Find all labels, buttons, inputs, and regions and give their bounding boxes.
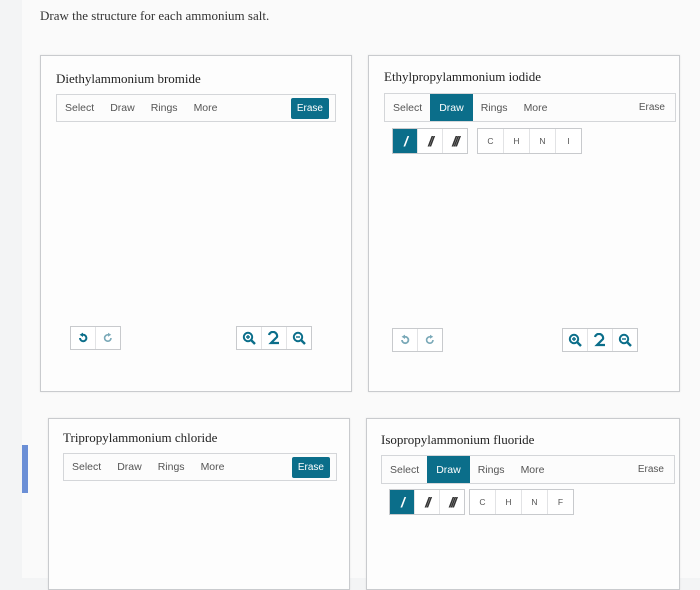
triple-bond-button[interactable]: /// — [443, 129, 467, 153]
erase-button[interactable]: Erase — [639, 102, 665, 113]
zoom-in-icon[interactable] — [237, 327, 262, 349]
reset-zoom-icon[interactable] — [588, 329, 613, 351]
drawing-toolbar: Select Draw Rings More Erase — [384, 93, 676, 122]
zoom-out-icon[interactable] — [613, 329, 637, 351]
instruction-text: Draw the structure for each ammonium sal… — [40, 8, 270, 23]
history-controls — [392, 328, 443, 352]
single-bond-button[interactable]: / — [390, 490, 415, 514]
undo-icon[interactable] — [393, 329, 418, 351]
atom-c-button[interactable]: C — [470, 490, 496, 514]
more-tool[interactable]: More — [516, 102, 556, 114]
select-tool[interactable]: Select — [382, 464, 427, 476]
atom-selector: C H N F — [469, 489, 574, 515]
bond-selector: / // /// — [392, 128, 468, 154]
drawing-panel-3: Tripropylammonium chloride Select Draw R… — [48, 418, 350, 590]
bond-selector: / // /// — [389, 489, 465, 515]
draw-tool[interactable]: Draw — [430, 94, 473, 121]
more-tool[interactable]: More — [513, 464, 553, 476]
draw-tool[interactable]: Draw — [109, 461, 150, 473]
drawing-toolbar: Select Draw Rings More Erase — [381, 455, 675, 484]
zoom-controls — [236, 326, 312, 350]
history-controls — [70, 326, 121, 350]
more-tool[interactable]: More — [186, 102, 226, 114]
atom-selector: C H N I — [477, 128, 582, 154]
redo-icon[interactable] — [96, 327, 120, 349]
left-accent-bar — [22, 445, 28, 493]
zoom-out-icon[interactable] — [287, 327, 311, 349]
reset-zoom-icon[interactable] — [262, 327, 287, 349]
double-bond-button[interactable]: // — [418, 129, 443, 153]
select-tool[interactable]: Select — [64, 461, 109, 473]
single-bond-button[interactable]: / — [393, 129, 418, 153]
select-tool[interactable]: Select — [57, 102, 102, 114]
atom-f-button[interactable]: F — [548, 490, 573, 514]
panel-title: Isopropylammonium fluoride — [381, 432, 535, 447]
erase-button[interactable]: Erase — [290, 97, 329, 119]
draw-tool[interactable]: Draw — [102, 102, 143, 114]
double-bond-button[interactable]: // — [415, 490, 440, 514]
atom-i-button[interactable]: I — [556, 129, 581, 153]
panel-title: Ethylpropylammonium iodide — [384, 69, 542, 84]
drawing-panel-4: Isopropylammonium fluoride Select Draw R… — [366, 418, 680, 590]
rings-tool[interactable]: Rings — [150, 461, 193, 473]
atom-c-button[interactable]: C — [478, 129, 504, 153]
atom-n-button[interactable]: N — [522, 490, 548, 514]
rings-tool[interactable]: Rings — [470, 464, 513, 476]
rings-tool[interactable]: Rings — [473, 102, 516, 114]
panel-title: Diethylammonium bromide — [56, 71, 201, 86]
drawing-toolbar: Select Draw Rings More Erase — [56, 94, 336, 122]
redo-icon[interactable] — [418, 329, 442, 351]
more-tool[interactable]: More — [193, 461, 233, 473]
erase-button[interactable]: Erase — [638, 464, 664, 475]
triple-bond-button[interactable]: /// — [440, 490, 464, 514]
zoom-in-icon[interactable] — [563, 329, 588, 351]
zoom-controls — [562, 328, 638, 352]
atom-h-button[interactable]: H — [496, 490, 522, 514]
drawing-toolbar: Select Draw Rings More Erase — [63, 453, 337, 481]
panel-title: Tripropylammonium chloride — [63, 430, 218, 445]
undo-icon[interactable] — [71, 327, 96, 349]
select-tool[interactable]: Select — [385, 102, 430, 114]
erase-button[interactable]: Erase — [291, 456, 330, 478]
drawing-panel-2: Ethylpropylammonium iodide Select Draw R… — [368, 55, 680, 392]
draw-tool[interactable]: Draw — [427, 456, 470, 483]
atom-h-button[interactable]: H — [504, 129, 530, 153]
atom-n-button[interactable]: N — [530, 129, 556, 153]
rings-tool[interactable]: Rings — [143, 102, 186, 114]
drawing-panel-1: Diethylammonium bromide Select Draw Ring… — [40, 55, 352, 392]
